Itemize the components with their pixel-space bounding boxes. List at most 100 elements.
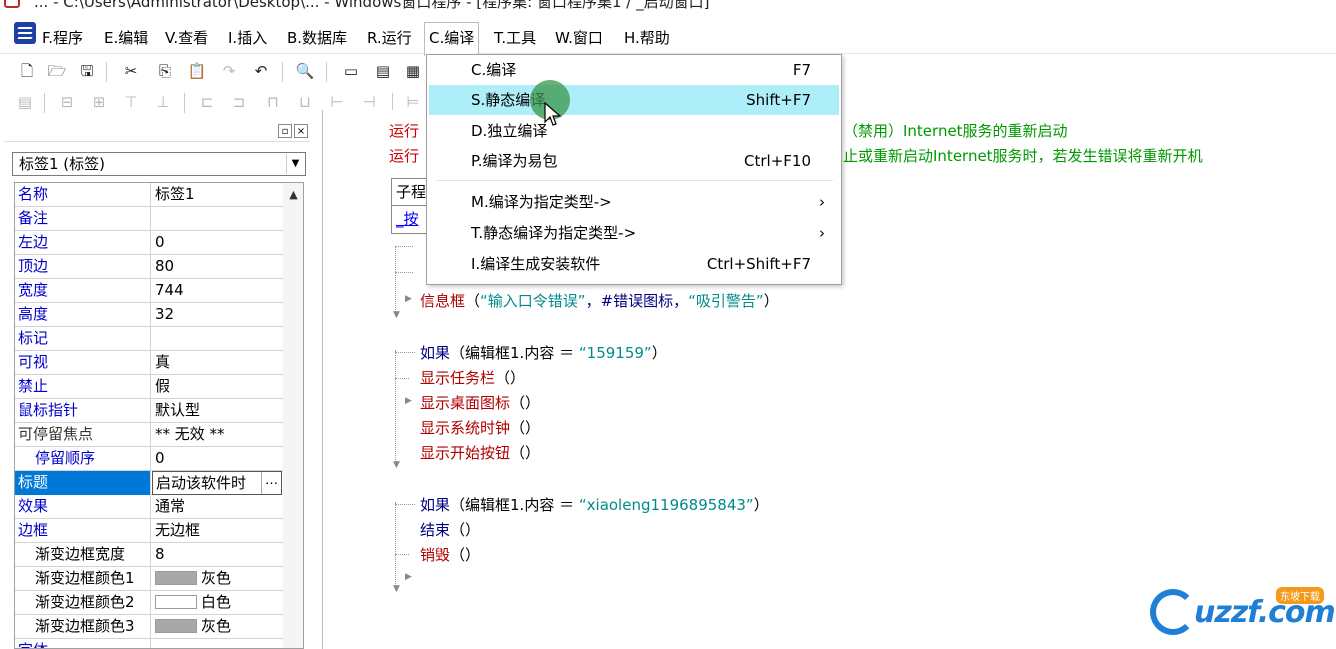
code-line-show-desktop[interactable]: 显示桌面图标（） <box>420 392 540 413</box>
code-line-destroy[interactable]: 销毁（） <box>420 544 480 565</box>
code-line-show-start[interactable]: 显示开始按钮（） <box>420 442 540 463</box>
menu-view[interactable]: V.查看 <box>161 26 212 50</box>
same-height-icon[interactable]: ⊔ <box>294 91 316 113</box>
property-value[interactable]: 灰色 <box>152 567 282 591</box>
menu-tools[interactable]: T.工具 <box>490 26 540 50</box>
property-row[interactable]: 标记 <box>15 327 303 351</box>
menu-item-compile[interactable]: C.编译 F7 <box>429 55 839 85</box>
grid-icon[interactable]: ▤ <box>14 91 36 113</box>
property-row[interactable]: 渐变边框颜色1 灰色 <box>15 567 303 591</box>
property-value[interactable] <box>152 639 282 648</box>
property-row[interactable]: 渐变边框颜色3 灰色 <box>15 615 303 639</box>
menu-item-standalone-compile[interactable]: D.独立编译 <box>429 116 839 146</box>
menu-help[interactable]: H.帮助 <box>620 26 674 50</box>
layout-c-icon[interactable]: ▦ <box>402 60 424 82</box>
pin-icon[interactable]: ▫ <box>278 124 292 138</box>
property-row[interactable]: 可停留焦点 ** 无效 ** <box>15 423 303 447</box>
menu-run[interactable]: R.运行 <box>363 26 416 50</box>
property-value[interactable]: 白色 <box>152 591 282 615</box>
property-value[interactable]: 0 <box>152 447 282 471</box>
new-icon[interactable]: 🗋 <box>16 60 38 82</box>
redo-icon[interactable]: ↷ <box>218 60 240 82</box>
property-row[interactable]: 高度 32 <box>15 303 303 327</box>
ellipsis-button[interactable]: … <box>261 472 281 494</box>
property-row[interactable]: 左边 0 <box>15 231 303 255</box>
subroutine-table-header[interactable]: 子程 <box>391 178 431 206</box>
layout-a-icon[interactable]: ▭ <box>340 60 362 82</box>
property-value[interactable]: 32 <box>152 303 282 327</box>
property-row[interactable]: 宽度 744 <box>15 279 303 303</box>
property-row[interactable]: 渐变边框颜色2 白色 <box>15 591 303 615</box>
property-value[interactable]: 假 <box>152 375 282 399</box>
subroutine-name-cell[interactable]: _按 <box>391 206 431 234</box>
menu-window[interactable]: W.窗口 <box>551 26 607 50</box>
menu-compile[interactable]: C.编译 <box>424 22 480 56</box>
center-h-icon[interactable]: ⊏ <box>196 91 218 113</box>
align-left-icon[interactable]: ⊟ <box>56 91 78 113</box>
property-value-editor[interactable]: 启动该软件时… <box>152 471 282 495</box>
property-row[interactable]: 效果 通常 <box>15 495 303 519</box>
property-value[interactable]: 默认型 <box>152 399 282 423</box>
property-value[interactable]: 8 <box>152 543 282 567</box>
code-line-msgbox[interactable]: 信息框（“输入口令错误”，#错误图标，“吸引警告”） <box>420 290 779 311</box>
menu-program[interactable]: F.程序 <box>38 26 87 50</box>
property-value[interactable]: 0 <box>152 231 282 255</box>
code-line-end[interactable]: 结束（） <box>420 519 480 540</box>
scroll-up-icon[interactable]: ▲ <box>283 183 303 207</box>
undo-icon[interactable]: ↶ <box>250 60 272 82</box>
align-top-icon[interactable]: ⊤ <box>120 91 142 113</box>
open-icon[interactable]: 🗁 <box>46 60 68 82</box>
property-value[interactable]: 无边框 <box>152 519 282 543</box>
center-v-icon[interactable]: ⊐ <box>228 91 250 113</box>
layout-b-icon[interactable]: ▤ <box>372 60 394 82</box>
property-row[interactable]: 顶边 80 <box>15 255 303 279</box>
ide-logo-icon[interactable] <box>14 22 36 44</box>
property-value[interactable]: 80 <box>152 255 282 279</box>
menu-item-static-compile[interactable]: S.静态编译 Shift+F7 <box>429 85 839 115</box>
property-value[interactable] <box>152 207 282 231</box>
property-value[interactable]: 灰色 <box>152 615 282 639</box>
property-row-selected[interactable]: 标题 启动该软件时… <box>15 471 303 495</box>
menu-insert[interactable]: I.插入 <box>224 26 271 50</box>
menu-item-compile-to-package[interactable]: P.编译为易包 Ctrl+F10 <box>429 146 839 176</box>
close-icon[interactable]: × <box>294 124 308 138</box>
property-row[interactable]: 渐变边框宽度 8 <box>15 543 303 567</box>
same-width-icon[interactable]: ⊓ <box>262 91 284 113</box>
cut-icon[interactable]: ✂ <box>120 60 142 82</box>
align-bottom-icon[interactable]: ⊥ <box>152 91 174 113</box>
property-value[interactable] <box>152 327 282 351</box>
property-value[interactable]: 通常 <box>152 495 282 519</box>
code-line-if2[interactable]: 如果（编辑框1.内容 ＝ “xiaoleng1196895843”） <box>420 494 769 515</box>
code-line-show-taskbar[interactable]: 显示任务栏（） <box>420 367 525 388</box>
menu-item-static-compile-to-type[interactable]: T.静态编译为指定类型-> › <box>429 218 839 248</box>
property-value[interactable]: 744 <box>152 279 282 303</box>
property-row[interactable]: 停留顺序 0 <box>15 447 303 471</box>
property-value[interactable]: 真 <box>152 351 282 375</box>
code-line-if1[interactable]: 如果（编辑框1.内容 ＝ “159159”） <box>420 342 667 363</box>
menu-item-build-installer[interactable]: I.编译生成安装软件 Ctrl+Shift+F7 <box>429 249 839 279</box>
property-row[interactable]: 字体 <box>15 639 303 648</box>
code-line-show-clock[interactable]: 显示系统时钟（） <box>420 417 540 438</box>
save-icon[interactable]: 🖫 <box>76 60 98 82</box>
property-value[interactable]: ** 无效 ** <box>152 423 282 447</box>
property-row[interactable]: 可视真 <box>15 351 303 375</box>
component-selector[interactable]: 标签1 (标签) ▼ <box>12 152 306 176</box>
chevron-down-icon[interactable]: ▼ <box>286 154 304 174</box>
copy-icon[interactable]: ⎘ <box>154 60 176 82</box>
find-icon[interactable]: 🔍 <box>294 60 316 82</box>
property-row[interactable]: 边框 无边框 <box>15 519 303 543</box>
property-key: 左边 <box>15 231 151 255</box>
menu-edit[interactable]: E.编辑 <box>100 26 152 50</box>
property-grid-scrollbar[interactable]: ▲ <box>283 183 303 648</box>
toolbar-separator <box>184 93 185 113</box>
property-value[interactable]: 标签1 <box>152 183 282 207</box>
menu-database[interactable]: B.数据库 <box>283 26 351 50</box>
menu-item-compile-to-type[interactable]: M.编译为指定类型-> › <box>429 187 839 217</box>
property-row[interactable]: 鼠标指针 默认型 <box>15 399 303 423</box>
property-row[interactable]: 禁止假 <box>15 375 303 399</box>
property-key: 鼠标指针 <box>15 399 151 423</box>
align-right-icon[interactable]: ⊞ <box>88 91 110 113</box>
paste-icon[interactable]: 📋 <box>186 60 208 82</box>
property-row[interactable]: 备注 <box>15 207 303 231</box>
property-row[interactable]: 名称 标签1 <box>15 183 303 207</box>
